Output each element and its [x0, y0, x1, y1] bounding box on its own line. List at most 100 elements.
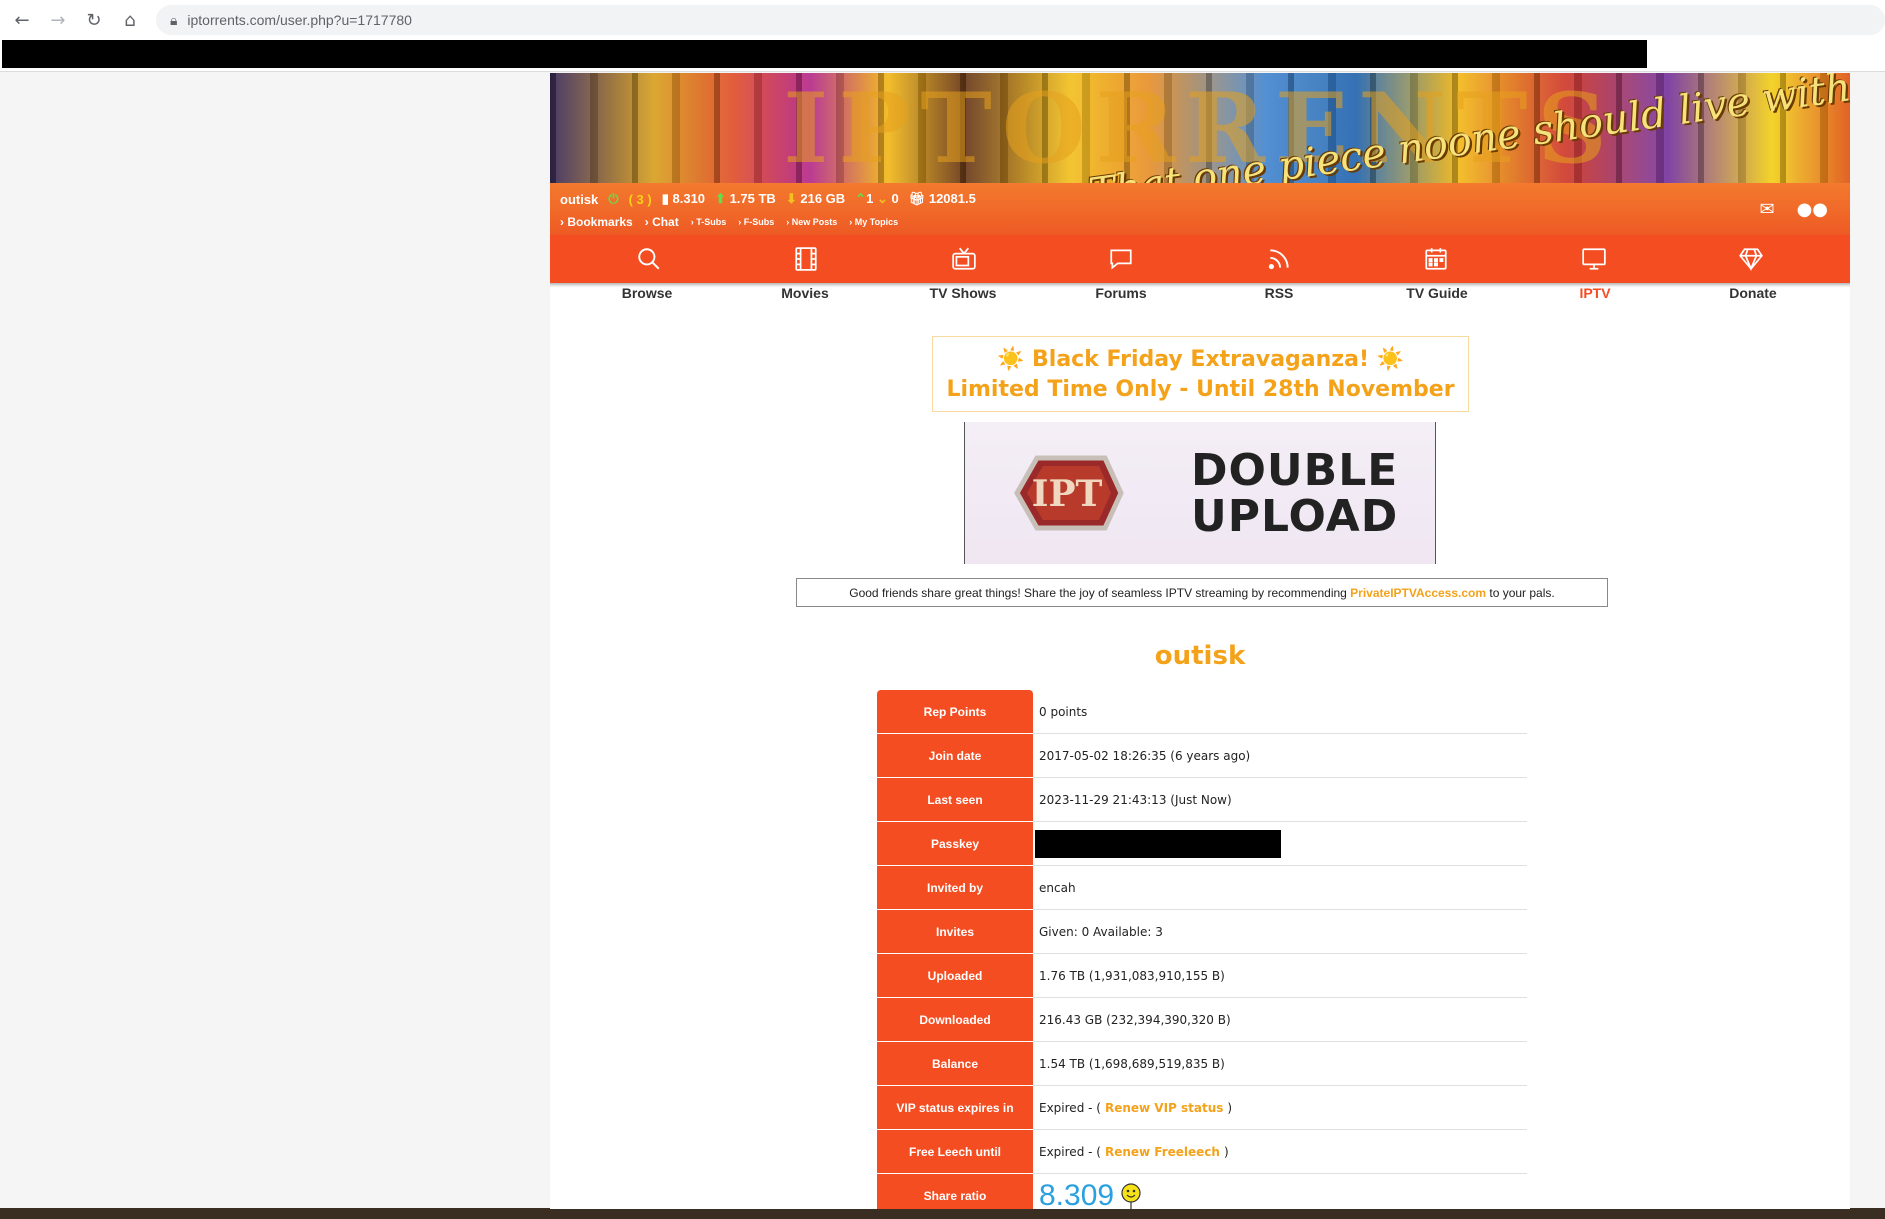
- url-text: iptorrents.com/user.php?u=1717780: [187, 12, 412, 28]
- nav-donate[interactable]: Donate: [1698, 285, 1808, 305]
- rss-icon[interactable]: [1259, 239, 1299, 279]
- share-ratio-value: 8.309: [1039, 1178, 1115, 1210]
- redacted-bar: [2, 40, 1647, 68]
- link-fsubs[interactable]: › F-Subs: [738, 217, 774, 227]
- profile-table: Rep Points 0 points Join date 2017-05-02…: [877, 690, 1527, 1209]
- film-icon[interactable]: [786, 239, 826, 279]
- nav-browse[interactable]: Browse: [592, 285, 702, 305]
- monitor-icon[interactable]: [1574, 239, 1614, 279]
- passkey-redacted: [1035, 829, 1281, 858]
- renew-vip-link[interactable]: Renew VIP status: [1105, 1101, 1223, 1115]
- link-new-posts-label: New Posts: [791, 217, 838, 227]
- link-chat-label: Chat: [652, 215, 679, 229]
- vip-status-close: ): [1227, 1100, 1233, 1115]
- black-friday-promo[interactable]: ☀️ Black Friday Extravaganza! ☀️ Limited…: [932, 336, 1469, 412]
- nav-iptv[interactable]: IPTV: [1540, 285, 1650, 305]
- table-row: Last seen 2023-11-29 21:43:13 (Just Now): [877, 778, 1527, 822]
- power-badge: ( 3 ): [628, 191, 652, 207]
- tv-icon[interactable]: [944, 239, 984, 279]
- ratio-value: 8.310: [672, 191, 706, 206]
- link-bookmarks[interactable]: › Bookmarks: [560, 215, 633, 229]
- double-upload-line1: DOUBLE: [1191, 445, 1399, 496]
- battery-icon: ▮: [661, 191, 669, 206]
- row-value: Expired - ( Renew VIP status ): [1033, 1086, 1527, 1130]
- nav-forums[interactable]: Forums: [1066, 285, 1176, 305]
- table-row: Free Leech until Expired - ( Renew Freel…: [877, 1130, 1527, 1174]
- nav-rss[interactable]: RSS: [1224, 285, 1334, 305]
- renew-freeleech-link[interactable]: Renew Freeleech: [1105, 1145, 1220, 1159]
- table-row: Share ratio 8.309: [877, 1174, 1527, 1209]
- main-nav: [550, 235, 1850, 283]
- ipt-badge-icon: IPT: [1014, 455, 1124, 531]
- page-background-right: [1850, 73, 1885, 1219]
- link-new-posts[interactable]: › New Posts: [786, 217, 837, 227]
- row-value: 1.76 TB (1,931,083,910,155 B): [1033, 954, 1527, 998]
- row-label: VIP status expires in: [877, 1086, 1033, 1130]
- ipt-badge-text: IPT: [1032, 473, 1103, 515]
- seed-leech-stat: ⌃1 ⌄ 0: [855, 191, 899, 207]
- share-link[interactable]: PrivateIPTVAccess.com: [1350, 586, 1486, 600]
- calendar-icon[interactable]: [1416, 239, 1456, 279]
- browser-toolbar: ← → ↻ ⌂ 🔒︎ iptorrents.com/user.php?u=171…: [0, 0, 1885, 40]
- back-icon[interactable]: ←: [8, 6, 36, 34]
- mail-icon[interactable]: ✉: [1759, 199, 1774, 220]
- bonus-stat: 🎁︎ 12081.5: [909, 191, 976, 207]
- seeding-icon: ⌃: [855, 191, 867, 206]
- vip-status-text: Expired - (: [1039, 1100, 1101, 1115]
- share-recommendation: Good friends share great things! Share t…: [796, 578, 1608, 607]
- site-banner[interactable]: IPTORRENTS That one piece noone should l…: [550, 73, 1850, 183]
- double-upload-banner[interactable]: IPT DOUBLE UPLOAD: [964, 422, 1436, 564]
- row-value: 2017-05-02 18:26:35 (6 years ago): [1033, 734, 1527, 778]
- table-row: Rep Points 0 points: [877, 690, 1527, 734]
- forward-icon[interactable]: →: [44, 6, 72, 34]
- promo-line1: ☀️ Black Friday Extravaganza! ☀️: [996, 347, 1405, 372]
- diamond-icon[interactable]: [1731, 239, 1771, 279]
- row-value: Expired - ( Renew Freeleech ): [1033, 1130, 1527, 1174]
- row-value: 8.309: [1033, 1174, 1527, 1209]
- chat-icon[interactable]: [1101, 239, 1141, 279]
- row-value: 1.54 TB (1,698,689,519,835 B): [1033, 1042, 1527, 1086]
- leeching-value: 0: [891, 191, 899, 206]
- row-label: Join date: [877, 734, 1033, 778]
- lock-icon: 🔒︎: [169, 11, 178, 28]
- table-row: Invites Given: 0 Available: 3: [877, 910, 1527, 954]
- link-fsubs-label: F-Subs: [743, 217, 775, 227]
- freeleech-status-close: ): [1223, 1144, 1229, 1159]
- row-label: Balance: [877, 1042, 1033, 1086]
- user-status-bar: outisk ⏻ ( 3 ) ▮ 8.310 ⬆ 1.75 TB ⬇ 216 G…: [550, 183, 1850, 235]
- status-username[interactable]: outisk: [560, 192, 598, 207]
- gift-icon: 🎁︎: [908, 191, 926, 206]
- table-row: Downloaded 216.43 GB (232,394,390,320 B): [877, 998, 1527, 1042]
- nav-movies[interactable]: Movies: [750, 285, 860, 305]
- reload-icon[interactable]: ↻: [80, 6, 108, 34]
- link-my-topics-label: My Topics: [854, 217, 899, 227]
- link-my-topics[interactable]: › My Topics: [849, 217, 898, 227]
- row-label: Invites: [877, 910, 1033, 954]
- row-label: Share ratio: [877, 1174, 1033, 1209]
- double-upload-text: DOUBLE UPLOAD: [1191, 448, 1398, 540]
- nav-tv-shows[interactable]: TV Shows: [908, 285, 1018, 305]
- nav-tv-guide[interactable]: TV Guide: [1382, 285, 1492, 305]
- search-icon[interactable]: [629, 239, 669, 279]
- promo-line2: Limited Time Only - Until 28th November: [946, 377, 1455, 402]
- uploaded-value: 1.75 TB: [729, 191, 776, 206]
- row-value: 216.43 GB (232,394,390,320 B): [1033, 998, 1527, 1042]
- row-value: Given: 0 Available: 3: [1033, 910, 1527, 954]
- link-chat[interactable]: › Chat: [645, 215, 679, 229]
- share-text-before: Good friends share great things! Share t…: [849, 586, 1351, 600]
- page-background-left: [0, 73, 550, 1219]
- row-value: 2023-11-29 21:43:13 (Just Now): [1033, 778, 1527, 822]
- users-icon[interactable]: ●●: [1797, 199, 1828, 220]
- row-label: Last seen: [877, 778, 1033, 822]
- ratio-stat: ▮ 8.310: [662, 191, 705, 207]
- link-bookmarks-label: Bookmarks: [567, 215, 633, 229]
- link-tsubs[interactable]: › T-Subs: [691, 217, 727, 227]
- row-value[interactable]: encah: [1033, 866, 1527, 910]
- page-background-bottom: [0, 1208, 1885, 1219]
- double-upload-line2: UPLOAD: [1191, 491, 1399, 542]
- row-label: Passkey: [877, 822, 1033, 866]
- row-label: Uploaded: [877, 954, 1033, 998]
- address-bar[interactable]: 🔒︎ iptorrents.com/user.php?u=1717780: [155, 5, 1885, 35]
- home-icon[interactable]: ⌂: [116, 6, 144, 34]
- profile-username: outisk: [1154, 641, 1246, 671]
